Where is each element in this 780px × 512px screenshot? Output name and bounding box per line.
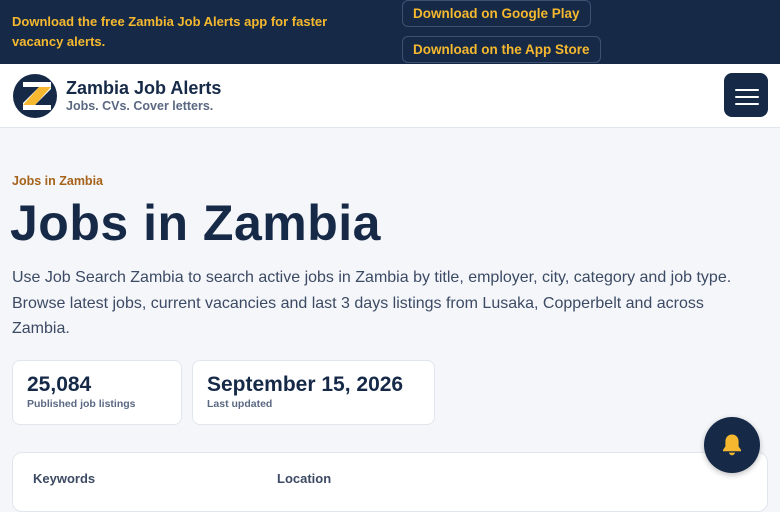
app-download-banner: Download the free Zambia Job Alerts app … (0, 0, 780, 64)
page-intro: Use Job Search Zambia to search active j… (12, 269, 732, 337)
hamburger-menu-icon-line (735, 96, 759, 98)
keywords-label: Keywords (33, 471, 96, 486)
job-search-form: Keywords Location (12, 452, 768, 512)
hamburger-menu-icon-line (735, 103, 759, 105)
app-store-button[interactable]: Download on the App Store (402, 36, 601, 63)
stat-card-last-updated: September 15, 2026 Last updated (192, 360, 435, 425)
google-play-button[interactable]: Download on Google Play (402, 0, 591, 27)
page-title: Jobs in Zambia (10, 195, 381, 251)
location-label: Location (277, 471, 332, 486)
bell-icon (723, 434, 741, 456)
stat-value: 25,084 (27, 373, 92, 396)
job-alerts-bell-button[interactable] (704, 417, 760, 473)
stat-label: Last updated (207, 398, 273, 410)
breadcrumb-jobs-in-zambia[interactable]: Jobs in Zambia (12, 174, 103, 188)
brand-tagline: Jobs. CVs. Cover letters. (66, 99, 214, 113)
stat-value: September 15, 2026 (207, 373, 404, 396)
brand-name[interactable]: Zambia Job Alerts (66, 78, 221, 99)
stat-card-published-listings: 25,084 Published job listings (12, 360, 182, 425)
site-header: Zambia Job Alerts Jobs. CVs. Cover lette… (0, 64, 780, 128)
zambia-job-alerts-logo-icon[interactable] (13, 74, 57, 118)
hamburger-menu-button[interactable] (724, 73, 768, 117)
hamburger-menu-icon (735, 89, 759, 91)
app-download-text: Download the free Zambia Job Alerts app … (12, 14, 328, 49)
stat-label: Published job listings (27, 398, 136, 410)
